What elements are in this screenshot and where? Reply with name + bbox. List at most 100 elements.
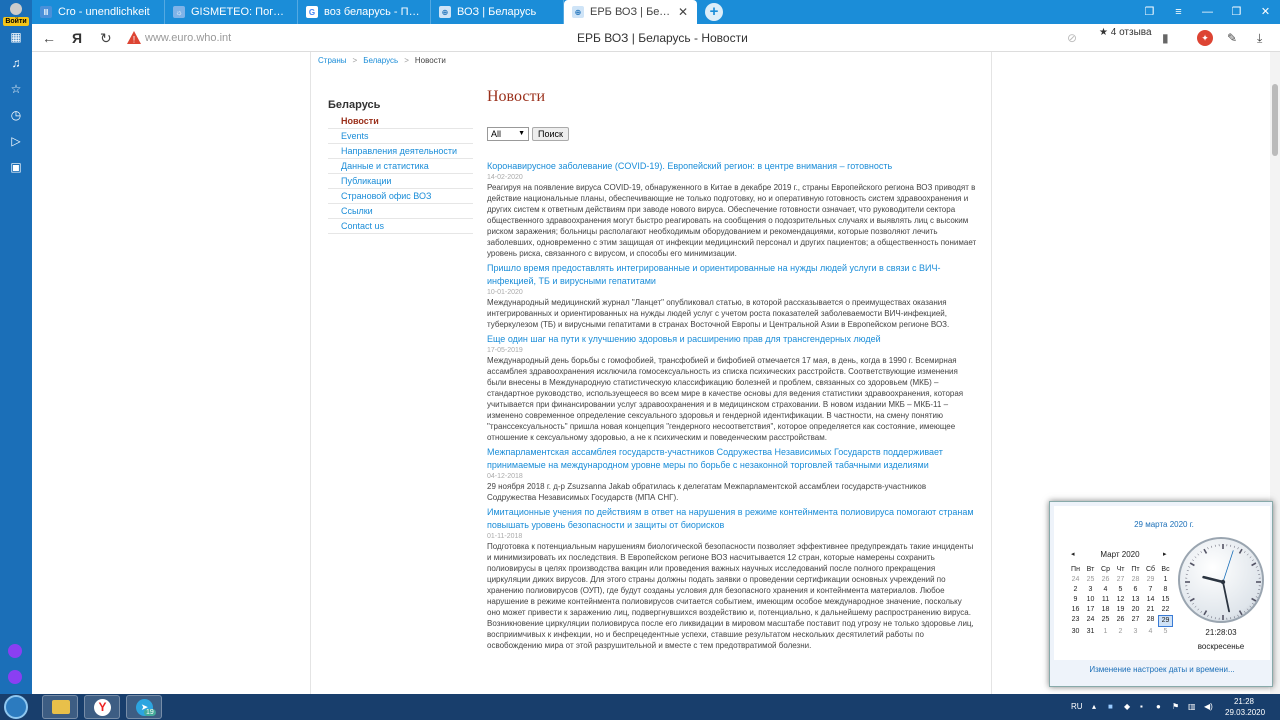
scrollbar-thumb[interactable] [1272, 84, 1278, 156]
play-icon[interactable]: ▷ [0, 128, 32, 154]
star-icon[interactable]: ☆ [0, 76, 32, 102]
blocked-icon[interactable]: ⊘ [1067, 24, 1077, 52]
calendar-day[interactable]: 16 [1068, 605, 1083, 615]
feedback-icon[interactable]: ✎ [1227, 24, 1237, 52]
back-icon[interactable]: ← [42, 24, 56, 52]
next-month-icon[interactable]: ▸ [1163, 550, 1167, 558]
calendar-day[interactable]: 6 [1128, 585, 1143, 595]
calendar-day[interactable]: 20 [1128, 605, 1143, 615]
section-nav-areas[interactable]: Направления деятельности [328, 144, 473, 159]
calendar-day[interactable]: 11 [1098, 595, 1113, 605]
history-icon[interactable]: ◷ [0, 102, 32, 128]
volume-icon[interactable]: ◀) [1204, 694, 1213, 720]
calendar-day[interactable]: 7 [1143, 585, 1158, 595]
address-bar[interactable]: www.euro.who.int [145, 24, 231, 52]
calendar-day[interactable]: 28 [1128, 575, 1143, 585]
reviews-button[interactable]: ★ 4 отзыва [1099, 27, 1152, 38]
date-settings-link[interactable]: Изменение настроек даты и времени... [1050, 665, 1274, 674]
adblock-icon[interactable]: ✦ [1197, 30, 1213, 46]
calendar-day[interactable]: 17 [1083, 605, 1098, 615]
news-item-title[interactable]: Имитационные учения по действиям в ответ… [487, 506, 977, 532]
close-tab-icon[interactable]: ✕ [674, 5, 688, 19]
calendar-today[interactable]: 29 [1158, 615, 1173, 627]
news-item-title[interactable]: Еще один шаг на пути к улучшению здоровь… [487, 333, 977, 346]
tray-app-icon[interactable]: ◆ [1124, 694, 1130, 720]
tray-app-icon[interactable]: ■ [1108, 694, 1113, 720]
calendar-day[interactable]: 5 [1113, 585, 1128, 595]
calendar-day[interactable]: 9 [1068, 595, 1083, 605]
bookmark-icon[interactable]: ▮ [1162, 24, 1169, 52]
calendar-day[interactable]: 27 [1113, 575, 1128, 585]
tab-who-news[interactable]: ⊕ ЕРБ ВОЗ | Беларусь - Н ✕ [564, 0, 697, 24]
tab-gismeteo[interactable]: ☼ GISMETEO: Погода в Мин [165, 0, 298, 24]
bell-icon[interactable]: ♫ [0, 50, 32, 76]
explorer-button[interactable] [42, 695, 78, 719]
section-nav-links[interactable]: Ссылки [328, 204, 473, 219]
section-nav-contact[interactable]: Contact us [328, 219, 473, 234]
section-nav-news[interactable]: Новости [328, 114, 473, 129]
calendar-day[interactable]: 2 [1068, 585, 1083, 595]
taskbar-clock[interactable]: 21:28 29.03.2020 [1225, 696, 1265, 718]
calendar-day[interactable]: 19 [1113, 605, 1128, 615]
calendar-day[interactable]: 25 [1083, 575, 1098, 585]
reload-icon[interactable]: ↻ [100, 24, 112, 52]
tab-google-search[interactable]: G воз беларусь - Поиск в G [298, 0, 431, 24]
tray-app-icon[interactable]: ▪ [1140, 694, 1143, 720]
zen-icon[interactable]: ▣ [0, 154, 32, 180]
calendar-day[interactable]: 26 [1098, 575, 1113, 585]
search-button[interactable]: Поиск [532, 127, 569, 141]
calendar-day[interactable]: 27 [1128, 615, 1143, 627]
news-item-title[interactable]: Пришло время предоставлять интегрированн… [487, 262, 977, 288]
tray-expand-icon[interactable]: ▴ [1092, 694, 1096, 720]
calendar-day[interactable]: 12 [1113, 595, 1128, 605]
calendar-day[interactable]: 25 [1098, 615, 1113, 627]
download-icon[interactable]: ⤓ [1257, 24, 1262, 52]
start-button[interactable] [4, 695, 28, 719]
calendar-day[interactable]: 14 [1143, 595, 1158, 605]
yandex-browser-button[interactable]: Y [84, 695, 120, 719]
restore-icon[interactable]: ❐ [1222, 0, 1251, 24]
tab-who-belarus[interactable]: ⊕ ВОЗ | Беларусь [431, 0, 564, 24]
yandex-icon[interactable]: Я [72, 24, 82, 52]
network-icon[interactable]: ▥ [1188, 694, 1196, 720]
close-window-icon[interactable]: ✕ [1251, 0, 1280, 24]
calendar-day[interactable]: 29 [1143, 575, 1158, 585]
section-nav-country-office[interactable]: Страновой офис ВОЗ [328, 189, 473, 204]
tabs-overview-icon[interactable]: ❐ [1135, 0, 1164, 24]
tab-cro[interactable]: II Cro - unendlichkeit [32, 0, 165, 24]
breadcrumb-belarus[interactable]: Беларусь [363, 56, 398, 65]
section-nav-publications[interactable]: Публикации [328, 174, 473, 189]
calendar-day[interactable]: 21 [1143, 605, 1158, 615]
new-tab-button[interactable]: + [705, 3, 723, 21]
section-nav-events[interactable]: Events [328, 129, 473, 144]
apps-grid-icon[interactable]: ▦ [0, 24, 32, 50]
calendar-day[interactable]: 5 [1158, 627, 1173, 637]
calendar-day[interactable]: 10 [1083, 595, 1098, 605]
breadcrumb-countries[interactable]: Страны [318, 56, 347, 65]
login-button[interactable]: Войти [3, 17, 29, 26]
calendar-day[interactable]: 8 [1158, 585, 1173, 595]
warning-icon[interactable]: ! [127, 31, 141, 44]
calendar-day[interactable]: 18 [1098, 605, 1113, 615]
minimize-icon[interactable]: — [1193, 0, 1222, 24]
calendar-day[interactable]: 22 [1158, 605, 1173, 615]
calendar-day[interactable]: 30 [1068, 627, 1083, 637]
calendar-month-label[interactable]: Март 2020 [1070, 550, 1170, 559]
calendar-day[interactable]: 3 [1083, 585, 1098, 595]
flag-icon[interactable]: ⚑ [1172, 694, 1179, 720]
alice-icon[interactable] [8, 644, 22, 658]
telegram-button[interactable]: ➤ 19 [126, 695, 162, 719]
calendar-day[interactable]: 23 [1068, 615, 1083, 627]
calendar-day[interactable]: 13 [1128, 595, 1143, 605]
tray-app-icon[interactable]: ● [1156, 694, 1161, 720]
calendar-day[interactable]: 24 [1083, 615, 1098, 627]
filter-select[interactable]: All ▼ [487, 127, 529, 141]
calendar-day[interactable]: 28 [1143, 615, 1158, 627]
language-indicator[interactable]: RU [1071, 694, 1083, 720]
news-item-title[interactable]: Коронавирусное заболевание (COVID-19). Е… [487, 160, 977, 173]
calendar-day[interactable]: 24 [1068, 575, 1083, 585]
news-item-title[interactable]: Межпарламентская ассамблея государств-уч… [487, 446, 977, 472]
menu-icon[interactable]: ≡ [1164, 0, 1193, 24]
calendar-day[interactable]: 4 [1098, 585, 1113, 595]
calendar-day[interactable]: 1 [1158, 575, 1173, 585]
